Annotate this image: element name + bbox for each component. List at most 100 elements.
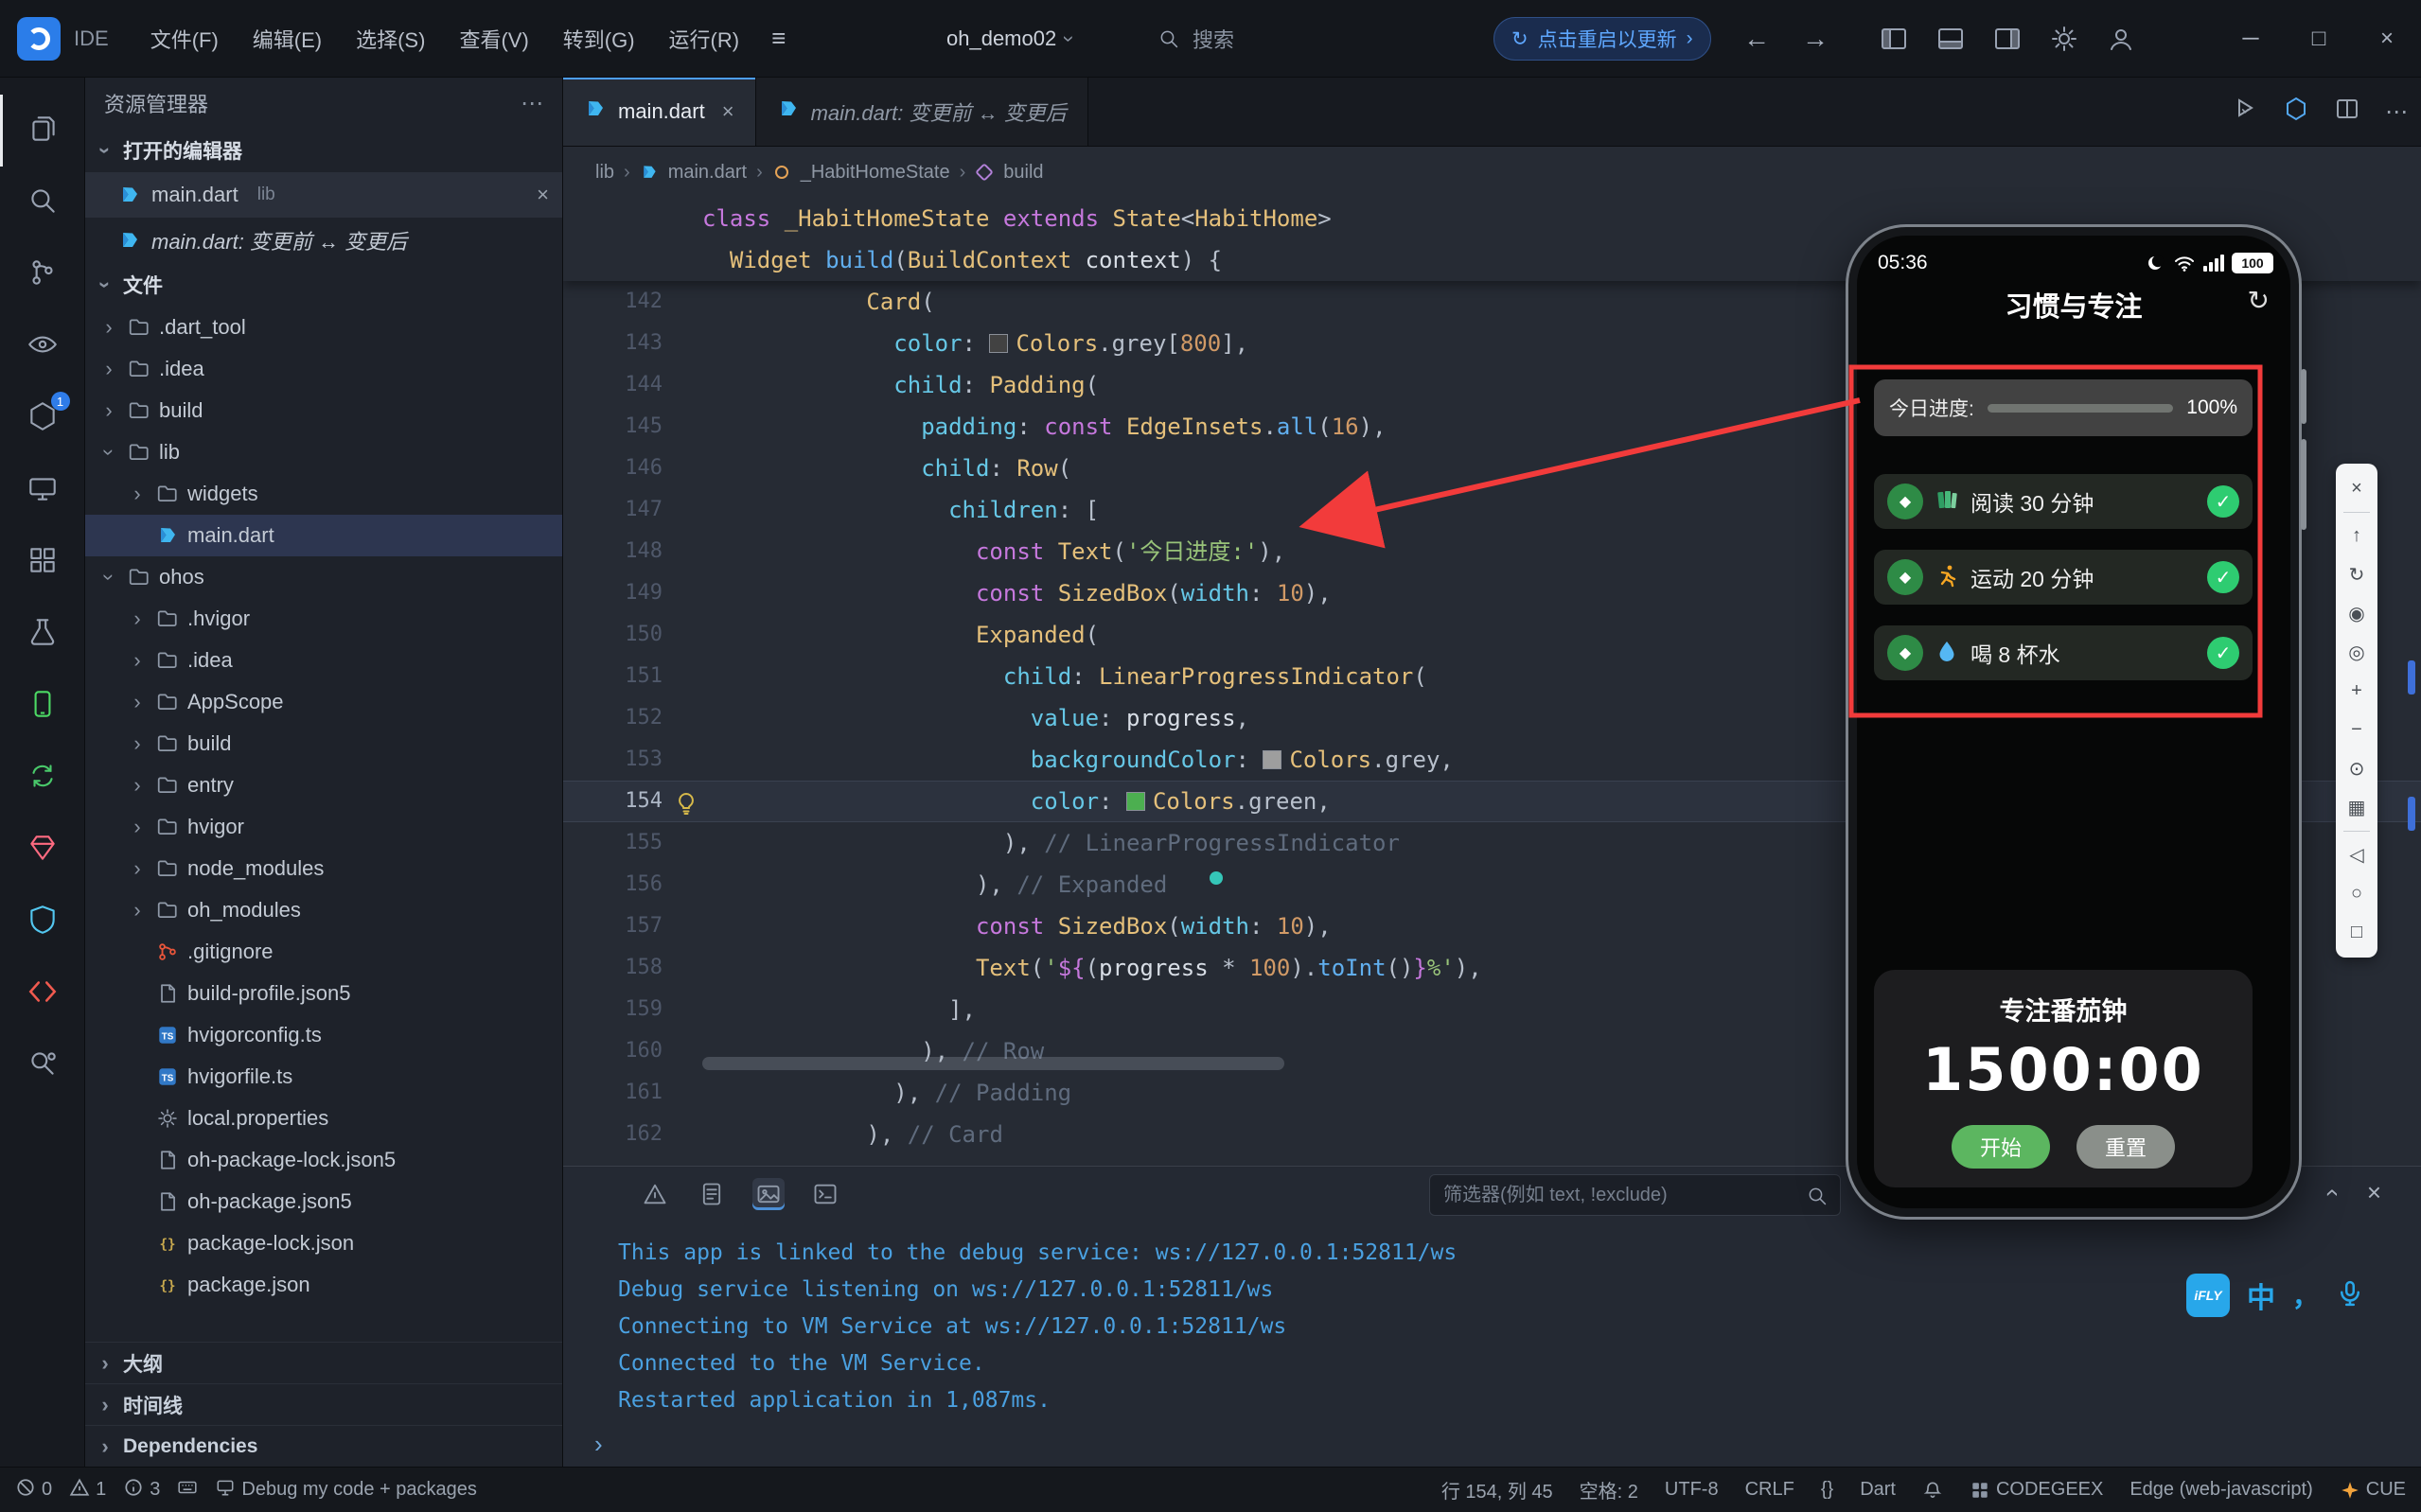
terminal-icon[interactable] (809, 1178, 841, 1210)
test-flask-icon[interactable] (0, 598, 85, 670)
reset-button[interactable]: 重置 (2076, 1125, 2175, 1169)
tree-item-package.json[interactable]: {}package.json (85, 1264, 562, 1306)
chevron-right-icon[interactable]: › (127, 815, 148, 839)
preview-eye-icon[interactable] (0, 310, 85, 382)
blue-shield-icon[interactable] (0, 886, 85, 958)
tree-item-.idea[interactable]: ›.idea (85, 640, 562, 681)
sidebar-section-大纲[interactable]: ›大纲 (85, 1342, 562, 1383)
chevron-right-icon[interactable]: › (127, 482, 148, 506)
forward-arrow-button[interactable]: → (1802, 24, 1829, 54)
volume-up-icon[interactable]: + (2336, 672, 2377, 711)
menu-item[interactable]: 选择(S) (339, 19, 442, 62)
scroll-top-icon[interactable]: ↑ (2336, 517, 2377, 555)
device-manager-icon[interactable] (0, 454, 85, 526)
close-panel-icon[interactable]: × (2367, 1178, 2381, 1207)
chevron-right-icon[interactable]: › (127, 773, 148, 798)
habit-check-icon[interactable]: ✓ (2207, 485, 2239, 518)
chevron-right-icon[interactable]: › (98, 398, 119, 423)
tree-item-entry[interactable]: ›entry (85, 765, 562, 806)
menu-item[interactable]: 运行(R) (652, 19, 757, 62)
status-UTF-8[interactable]: UTF-8 (1665, 1479, 1719, 1501)
sidebar-section-时间线[interactable]: ›时间线 (85, 1383, 562, 1425)
chevron-right-icon[interactable]: › (127, 607, 148, 631)
account-icon[interactable] (2106, 24, 2136, 54)
explorer-icon[interactable] (0, 95, 85, 167)
tree-item-main.dart[interactable]: main.dart (85, 515, 562, 556)
hamburger-icon[interactable]: ≡ (756, 16, 801, 61)
tree-item-hvigor[interactable]: ›hvigor (85, 806, 562, 848)
breadcrumb-item[interactable]: lib (595, 162, 614, 184)
status-{}[interactable]: {} (1821, 1479, 1833, 1501)
tree-item-.hvigor[interactable]: ›.hvigor (85, 598, 562, 640)
search-sidebar-icon[interactable] (0, 167, 85, 238)
tree-item-.gitignore[interactable]: .gitignore (85, 931, 562, 973)
extensions-icon[interactable]: 1 (0, 382, 85, 454)
status-行 154, 列 45[interactable]: 行 154, 列 45 (1441, 1476, 1553, 1503)
habit-item[interactable]: ◆运动 20 分钟✓ (1874, 550, 2253, 605)
ime-language-toggle[interactable]: 中 (2247, 1275, 2275, 1316)
ime-mic-icon[interactable] (2336, 1279, 2364, 1312)
output-icon[interactable] (696, 1178, 728, 1210)
tree-item-hvigorconfig.ts[interactable]: TShvigorconfig.ts (85, 1014, 562, 1056)
start-button[interactable]: 开始 (1952, 1125, 2050, 1169)
console-filter-input[interactable] (1429, 1174, 1841, 1216)
open-editor-item[interactable]: main.dart: 变更前 ↔ 变更后 (85, 218, 562, 263)
rotate-icon[interactable]: ↻ (2336, 555, 2377, 594)
code-search-icon[interactable] (0, 1029, 85, 1101)
problems-errors[interactable]: 0 (15, 1477, 52, 1503)
problems-infos[interactable]: 3 (123, 1477, 160, 1503)
breadcrumb[interactable]: lib›main.dart›_HabitHomeState›build (563, 147, 2421, 198)
chevron-right-icon[interactable]: › (98, 357, 119, 381)
recents-icon[interactable]: □ (2336, 913, 2377, 952)
tree-item-build[interactable]: ›build (85, 723, 562, 765)
green-sync-icon[interactable] (0, 742, 85, 814)
habit-item[interactable]: ◆喝 8 杯水✓ (1874, 625, 2253, 680)
more-actions-icon[interactable]: ⋯ (521, 90, 543, 117)
status-Dart[interactable]: Dart (1860, 1479, 1896, 1501)
toggle-sidebar-icon[interactable] (1879, 24, 1909, 54)
status-空格: 2[interactable]: 空格: 2 (1580, 1476, 1638, 1503)
tree-item-hvigorfile.ts[interactable]: TShvigorfile.ts (85, 1056, 562, 1098)
chevron-right-icon[interactable]: › (127, 898, 148, 923)
tree-item-lib[interactable]: ›lib (85, 431, 562, 473)
habit-check-icon[interactable]: ✓ (2207, 637, 2239, 669)
chevron-right-icon[interactable]: › (127, 856, 148, 881)
menu-item[interactable]: 转到(G) (546, 19, 652, 62)
status-CRLF[interactable]: CRLF (1745, 1479, 1794, 1501)
location-icon[interactable]: ◎ (2336, 633, 2377, 672)
breadcrumb-item[interactable]: main.dart (668, 162, 747, 184)
back-icon[interactable]: ◁ (2336, 835, 2377, 874)
minimize-button[interactable]: ─ (2217, 0, 2285, 78)
chevron-right-icon[interactable]: › (127, 690, 148, 714)
problems-icon[interactable] (639, 1178, 671, 1210)
home-icon[interactable]: ○ (2336, 874, 2377, 913)
close-icon[interactable]: × (537, 183, 549, 207)
problems-warnings[interactable]: 1 (69, 1477, 106, 1503)
tree-item-oh-package-lock.json5[interactable]: oh-package-lock.json5 (85, 1139, 562, 1181)
chevron-down-icon[interactable]: › (97, 442, 121, 463)
toggle-secondary-sidebar-icon[interactable] (1992, 24, 2023, 54)
tab-main-dart-diff[interactable]: main.dart: 变更前 ↔ 变更后 (756, 78, 1088, 146)
back-arrow-button[interactable]: ← (1743, 24, 1770, 54)
close-icon[interactable]: × (2336, 469, 2377, 508)
menu-item[interactable]: 查看(V) (442, 19, 545, 62)
tree-item-AppScope[interactable]: ›AppScope (85, 681, 562, 723)
tree-item-oh-package.json5[interactable]: oh-package.json5 (85, 1181, 562, 1222)
horizontal-scrollbar[interactable] (702, 1057, 1284, 1070)
red-brackets-icon[interactable] (0, 958, 85, 1029)
menu-item[interactable]: 编辑(E) (236, 19, 339, 62)
habit-check-icon[interactable]: ✓ (2207, 561, 2239, 593)
tab-close-icon[interactable]: × (722, 99, 734, 124)
tree-item-build-profile.json5[interactable]: build-profile.json5 (85, 973, 562, 1014)
chevron-down-icon[interactable]: › (97, 567, 121, 588)
keyboard-status[interactable] (177, 1477, 198, 1503)
tree-item-node_modules[interactable]: ›node_modules (85, 848, 562, 889)
debug-console-icon[interactable] (752, 1178, 785, 1210)
debug-status[interactable]: Debug my code + packages (215, 1477, 477, 1503)
console-prompt-icon[interactable]: › (594, 1430, 603, 1459)
tree-item-.dart_tool[interactable]: ›.dart_tool (85, 307, 562, 348)
source-control-icon[interactable] (0, 238, 85, 310)
open-editors-header[interactable]: › 打开的编辑器 (85, 129, 562, 172)
project-selector[interactable]: oh_demo02 › (946, 0, 1073, 78)
power-icon[interactable]: ⊙ (2336, 749, 2377, 788)
